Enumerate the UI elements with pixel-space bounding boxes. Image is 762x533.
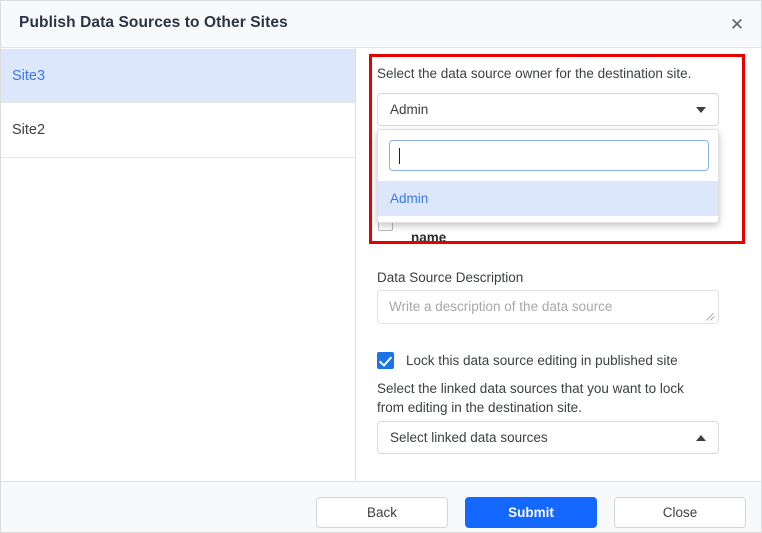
lock-data-source-label: Lock this data source editing in publish… [406,353,678,368]
text-cursor [399,147,400,164]
lock-help-text: Select the linked data sources that you … [377,381,684,415]
description-textarea[interactable]: Write a description of the data source [377,290,719,324]
chevron-up-icon [696,434,706,441]
dialog-title: Publish Data Sources to Other Sites [19,14,288,31]
owner-option-admin[interactable]: Admin [378,181,718,216]
owner-search-input[interactable] [389,140,709,171]
back-button[interactable]: Back [316,497,448,528]
owner-dropdown-panel: Admin [377,129,719,223]
close-button[interactable]: Close [614,497,746,528]
chevron-down-icon [696,106,706,113]
sidebar-item-label: Site3 [12,67,46,84]
owner-field-label: Select the data source owner for the des… [377,66,692,81]
owner-option-label: Admin [390,191,429,206]
close-icon[interactable]: ✕ [723,11,751,39]
description-label: Data Source Description [377,270,524,285]
lock-data-source-checkbox-row[interactable]: Lock this data source editing in publish… [377,352,678,369]
dialog-header: Publish Data Sources to Other Sites ✕ [1,1,761,48]
data-source-owner-value: Admin [390,102,429,117]
description-placeholder: Write a description of the data source [389,299,613,314]
publish-settings-pane: Select the data source owner for the des… [357,48,761,481]
lock-data-source-checkbox[interactable] [377,352,394,369]
resize-handle-icon[interactable] [706,311,716,321]
linked-data-sources-select[interactable]: Select linked data sources [377,421,719,454]
publish-data-sources-dialog: Publish Data Sources to Other Sites ✕ Si… [0,0,762,533]
data-source-owner-select[interactable]: Admin [377,93,719,126]
dialog-body: Site3 Site2 Select the data source owner… [1,48,761,481]
sidebar-item-label: Site2 [12,122,46,138]
occluded-name-label: name [411,230,447,245]
submit-button[interactable]: Submit [465,497,597,528]
site-list-sidebar: Site3 Site2 [1,48,356,481]
sidebar-item-site2[interactable]: Site2 [1,103,355,158]
linked-data-sources-value: Select linked data sources [390,430,548,445]
sidebar-item-site3[interactable]: Site3 [1,48,355,103]
